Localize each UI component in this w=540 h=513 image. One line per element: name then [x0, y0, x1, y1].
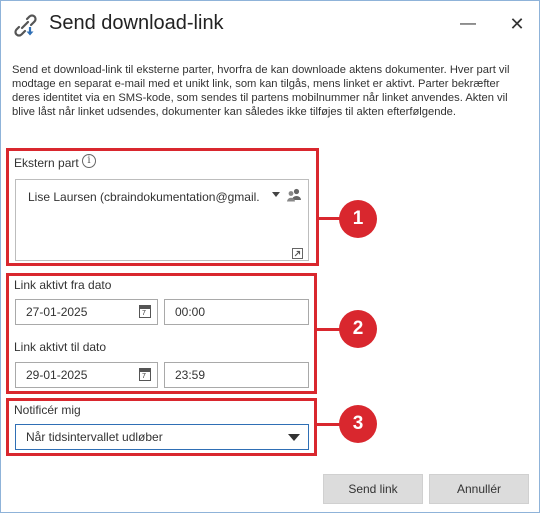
link-download-icon	[14, 14, 37, 37]
dialog-title: Send download-link	[49, 12, 224, 34]
highlight-box-external-party	[6, 148, 319, 266]
callout-connector	[317, 217, 341, 220]
callout-connector	[317, 328, 341, 331]
highlight-box-notify	[6, 398, 317, 456]
callout-badge-3: 3	[339, 405, 377, 443]
minimize-button[interactable]: —	[457, 13, 479, 35]
send-download-link-dialog: Send download-link — ✕ Send et download-…	[0, 0, 540, 513]
send-link-button[interactable]: Send link	[323, 474, 423, 504]
callout-badge-2: 2	[339, 310, 377, 348]
title-bar: Send download-link — ✕	[1, 1, 539, 49]
highlight-box-dates	[6, 273, 317, 394]
dialog-description: Send et download-link til eksterne parte…	[12, 64, 510, 118]
close-button[interactable]: ✕	[506, 13, 528, 35]
cancel-button[interactable]: Annullér	[429, 474, 529, 504]
callout-badge-1: 1	[339, 200, 377, 238]
callout-connector	[317, 423, 341, 426]
